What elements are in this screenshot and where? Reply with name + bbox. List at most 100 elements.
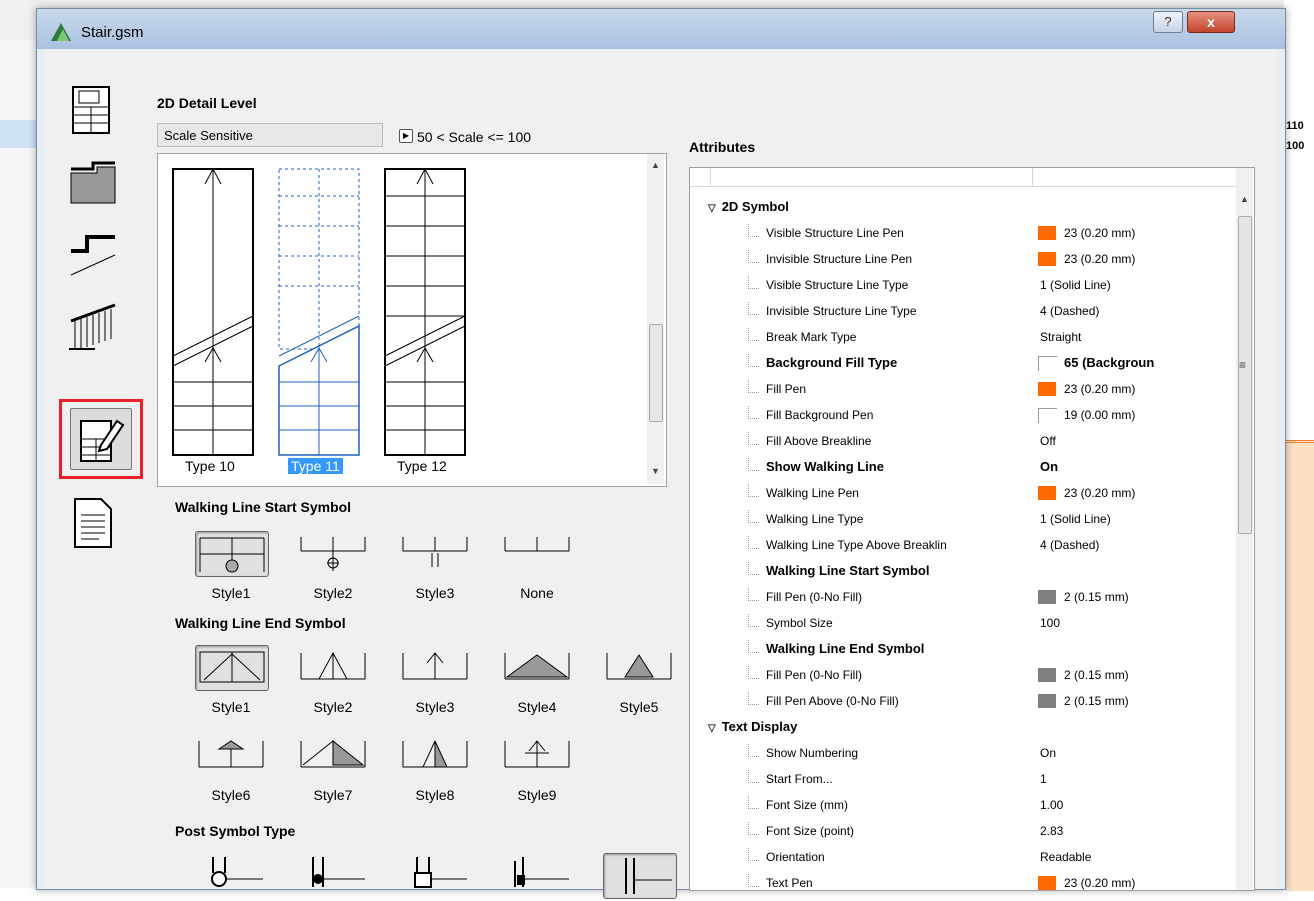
attributes-scrollbar[interactable]: ▲ ≡ xyxy=(1236,168,1253,890)
start-style1-button[interactable] xyxy=(195,531,269,577)
attribute-row[interactable]: Invisible Structure Line Pen 23 (0.20 mm) xyxy=(690,246,1236,272)
scale-arrow-icon[interactable]: ▶ xyxy=(399,129,413,143)
section-tab[interactable] xyxy=(65,155,121,211)
end-style6-button[interactable] xyxy=(195,733,267,777)
attribute-value[interactable]: 23 (0.20 mm) xyxy=(1064,480,1135,506)
end-style4-button[interactable] xyxy=(501,645,573,689)
end-style1-button[interactable] xyxy=(195,645,269,691)
attribute-row[interactable]: Font Size (point) 2.83 xyxy=(690,818,1236,844)
pen-color-swatch[interactable] xyxy=(1038,356,1057,371)
post-style1-button[interactable] xyxy=(195,853,267,897)
attribute-value[interactable]: 23 (0.20 mm) xyxy=(1064,246,1135,272)
help-button[interactable]: ? xyxy=(1153,11,1183,33)
collapse-triangle-icon[interactable]: ▽ xyxy=(708,196,716,222)
floor-plan-tab[interactable] xyxy=(65,83,121,139)
pen-color-swatch[interactable] xyxy=(1038,226,1056,240)
pen-color-swatch[interactable] xyxy=(1038,252,1056,266)
attribute-row[interactable]: Walking Line Type Above Breaklin 4 (Dashe… xyxy=(690,532,1236,558)
pen-color-swatch[interactable] xyxy=(1038,486,1056,500)
attribute-value[interactable]: On xyxy=(1040,454,1058,480)
attribute-value[interactable]: 19 (0.00 mm) xyxy=(1064,402,1135,428)
type-10-thumbnail[interactable] xyxy=(170,166,256,458)
attribute-row[interactable]: Background Fill Type 65 (Backgroun xyxy=(690,350,1236,376)
attribute-row[interactable]: Visible Structure Line Pen 23 (0.20 mm) xyxy=(690,220,1236,246)
attribute-row[interactable]: Start From... 1 xyxy=(690,766,1236,792)
attribute-value[interactable]: 2 (0.15 mm) xyxy=(1064,584,1129,610)
attribute-value[interactable]: 23 (0.20 mm) xyxy=(1064,376,1135,402)
end-style8-button[interactable] xyxy=(399,733,471,777)
2d-symbol-tab[interactable] xyxy=(59,399,143,479)
scale-mode-field[interactable]: Scale Sensitive xyxy=(157,123,383,147)
type-12-thumbnail[interactable] xyxy=(382,166,468,458)
attribute-value[interactable]: 23 (0.20 mm) xyxy=(1064,220,1135,246)
attribute-row[interactable]: Symbol Size 100 xyxy=(690,610,1236,636)
end-style3-button[interactable] xyxy=(399,645,471,689)
attribute-value[interactable]: 2 (0.15 mm) xyxy=(1064,688,1129,714)
attribute-value[interactable]: 2.83 xyxy=(1040,818,1063,844)
start-style2-button[interactable] xyxy=(297,531,369,575)
stair-3d-tab[interactable] xyxy=(65,225,121,281)
close-button[interactable]: x xyxy=(1187,11,1235,33)
attribute-row[interactable]: Break Mark Type Straight xyxy=(690,324,1236,350)
attribute-value[interactable]: 1 (Solid Line) xyxy=(1040,506,1111,532)
attribute-value[interactable]: 2 (0.15 mm) xyxy=(1064,662,1129,688)
attribute-row[interactable]: Invisible Structure Line Type 4 (Dashed) xyxy=(690,298,1236,324)
gallery-scroll-thumb[interactable] xyxy=(649,324,663,422)
end-style5-button[interactable] xyxy=(603,645,675,689)
attribute-value[interactable]: 1 (Solid Line) xyxy=(1040,272,1111,298)
attribute-value[interactable]: 4 (Dashed) xyxy=(1040,298,1099,324)
pen-color-swatch[interactable] xyxy=(1038,382,1056,396)
railing-tab[interactable] xyxy=(65,299,121,355)
attribute-value[interactable]: 100 xyxy=(1040,610,1060,636)
attribute-value[interactable]: Off xyxy=(1040,428,1056,454)
scroll-down-icon[interactable]: ▼ xyxy=(651,466,660,476)
attribute-row[interactable]: Walking Line End Symbol xyxy=(690,636,1236,662)
type-12-label[interactable]: Type 12 xyxy=(394,458,450,474)
attribute-value[interactable]: Straight xyxy=(1040,324,1081,350)
collapse-triangle-icon[interactable]: ▽ xyxy=(708,716,716,742)
pen-color-swatch[interactable] xyxy=(1038,408,1057,423)
attribute-row[interactable]: Fill Pen Above (0-No Fill) 2 (0.15 mm) xyxy=(690,688,1236,714)
attribute-row[interactable]: Walking Line Type 1 (Solid Line) xyxy=(690,506,1236,532)
end-style2-button[interactable] xyxy=(297,645,369,689)
title-bar[interactable]: Stair.gsm ? x xyxy=(37,9,1285,49)
attribute-row[interactable]: Fill Pen (0-No Fill) 2 (0.15 mm) xyxy=(690,662,1236,688)
type-11-thumbnail[interactable] xyxy=(276,166,362,458)
attribute-row[interactable]: Visible Structure Line Type 1 (Solid Line… xyxy=(690,272,1236,298)
attribute-value[interactable]: 4 (Dashed) xyxy=(1040,532,1099,558)
type-10-label[interactable]: Type 10 xyxy=(182,458,238,474)
attribute-row[interactable]: Fill Above Breakline Off xyxy=(690,428,1236,454)
post-style2-button[interactable] xyxy=(297,853,369,897)
attribute-row[interactable]: Walking Line Pen 23 (0.20 mm) xyxy=(690,480,1236,506)
pen-color-swatch[interactable] xyxy=(1038,590,1056,604)
attribute-row[interactable]: Show Numbering On xyxy=(690,740,1236,766)
attribute-value[interactable]: 1.00 xyxy=(1040,792,1063,818)
gallery-scrollbar[interactable]: ▲ ▼ xyxy=(647,154,664,484)
attribute-value[interactable]: Readable xyxy=(1040,844,1091,870)
start-style3-button[interactable] xyxy=(399,531,471,575)
end-style7-button[interactable] xyxy=(297,733,369,777)
pen-color-swatch[interactable] xyxy=(1038,668,1056,682)
attribute-row[interactable]: Fill Pen (0-No Fill) 2 (0.15 mm) xyxy=(690,584,1236,610)
post-style4-button[interactable] xyxy=(501,853,573,897)
scroll-up-icon[interactable]: ▲ xyxy=(1240,194,1249,204)
post-style5-button[interactable] xyxy=(603,853,677,899)
end-style9-button[interactable] xyxy=(501,733,573,777)
attribute-row[interactable]: Fill Pen 23 (0.20 mm) xyxy=(690,376,1236,402)
attribute-row[interactable]: Fill Background Pen 19 (0.00 mm) xyxy=(690,402,1236,428)
attribute-value[interactable]: 1 xyxy=(1040,766,1047,792)
attributes-scroll-thumb[interactable] xyxy=(1238,216,1252,534)
attribute-group[interactable]: ▽ Text Display xyxy=(708,714,1008,740)
attribute-row[interactable]: Walking Line Start Symbol xyxy=(690,558,1236,584)
post-style3-button[interactable] xyxy=(399,853,471,897)
attribute-value[interactable]: 65 (Backgroun xyxy=(1064,350,1154,376)
attribute-row[interactable]: Orientation Readable xyxy=(690,844,1236,870)
scroll-up-icon[interactable]: ▲ xyxy=(651,160,660,170)
type-11-label[interactable]: Type 11 xyxy=(288,458,343,474)
start-none-button[interactable] xyxy=(501,531,573,575)
attribute-value[interactable]: On xyxy=(1040,740,1056,766)
pen-color-swatch[interactable] xyxy=(1038,694,1056,708)
listing-tab[interactable] xyxy=(65,495,121,551)
attribute-group[interactable]: ▽ 2D Symbol xyxy=(708,194,1008,220)
attribute-row[interactable]: Font Size (mm) 1.00 xyxy=(690,792,1236,818)
